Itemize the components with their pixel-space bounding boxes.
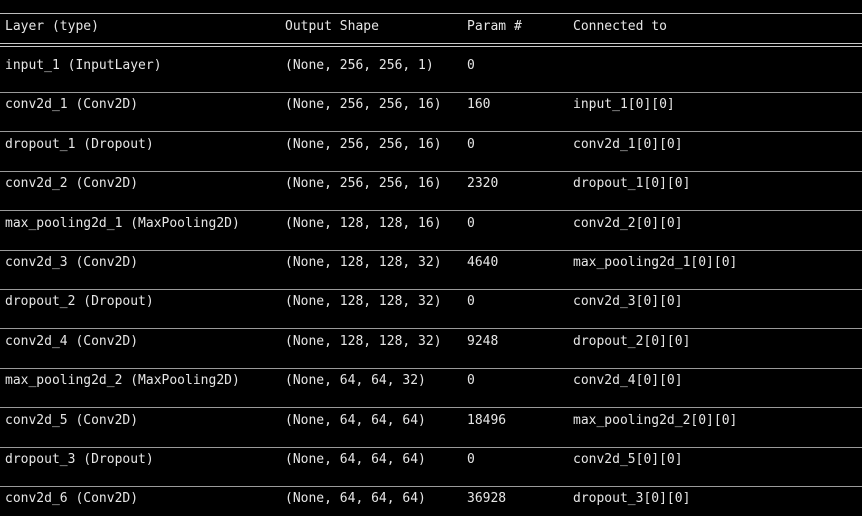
output-shape-cell: (None, 256, 256, 16) <box>285 97 442 112</box>
connected-to-cell: dropout_3[0][0] <box>573 491 691 506</box>
output-shape-cell: (None, 64, 64, 64) <box>285 413 426 428</box>
connected-to-cell: conv2d_2[0][0] <box>573 216 683 231</box>
output-shape-cell: (None, 256, 256, 1) <box>285 58 434 73</box>
layer-name-cell: input_1 (InputLayer) <box>5 58 162 73</box>
summary-header: Layer (type) Output Shape Param # Connec… <box>0 17 862 37</box>
row-separator <box>0 328 862 329</box>
connected-to-cell: conv2d_1[0][0] <box>573 137 683 152</box>
row-separator <box>0 210 862 211</box>
row-separator <box>0 289 862 290</box>
table-row: max_pooling2d_2 (MaxPooling2D) (None, 64,… <box>0 371 862 391</box>
table-row: dropout_3 (Dropout) (None, 64, 64, 64) 0 co… <box>0 450 862 470</box>
header-connected-to: Connected to <box>573 19 667 34</box>
param-count-cell: 0 <box>467 58 475 73</box>
layer-name-cell: conv2d_3 (Conv2D) <box>5 255 139 270</box>
param-count-cell: 0 <box>467 294 475 309</box>
param-count-cell: 4640 <box>467 255 499 270</box>
table-row: conv2d_5 (Conv2D) (None, 64, 64, 64) 18496… <box>0 411 862 431</box>
connected-to-cell: max_pooling2d_2[0][0] <box>573 413 738 428</box>
table-row: conv2d_2 (Conv2D) (None, 256, 256, 16) 232… <box>0 174 862 194</box>
row-separator <box>0 407 862 408</box>
connected-to-cell: dropout_2[0][0] <box>573 334 691 349</box>
row-separator <box>0 447 862 448</box>
layer-name-cell: conv2d_6 (Conv2D) <box>5 491 139 506</box>
layer-name-cell: dropout_1 (Dropout) <box>5 137 154 152</box>
connected-to-cell: conv2d_4[0][0] <box>573 373 683 388</box>
connected-to-cell: max_pooling2d_1[0][0] <box>573 255 738 270</box>
header-param-count: Param # <box>467 19 522 34</box>
layer-name-cell: dropout_3 (Dropout) <box>5 452 154 467</box>
output-shape-cell: (None, 64, 64, 64) <box>285 491 426 506</box>
terminal-output: Layer (type) Output Shape Param # Connec… <box>0 0 862 516</box>
output-shape-cell: (None, 128, 128, 32) <box>285 255 442 270</box>
output-shape-cell: (None, 128, 128, 32) <box>285 294 442 309</box>
row-separator <box>0 131 862 132</box>
param-count-cell: 0 <box>467 452 475 467</box>
table-row: input_1 (InputLayer) (None, 256, 256, 1) 0 <box>0 56 862 76</box>
param-count-cell: 18496 <box>467 413 507 428</box>
table-row: dropout_2 (Dropout) (None, 128, 128, 32) 0… <box>0 292 862 312</box>
header-layer-type: Layer (type) <box>5 19 99 34</box>
param-count-cell: 9248 <box>467 334 499 349</box>
row-separator <box>0 250 862 251</box>
row-separator <box>0 368 862 369</box>
layer-name-cell: conv2d_4 (Conv2D) <box>5 334 139 349</box>
layer-name-cell: max_pooling2d_1 (MaxPooling2D) <box>5 216 240 231</box>
output-shape-cell: (None, 256, 256, 16) <box>285 137 442 152</box>
connected-to-cell: input_1[0][0] <box>573 97 675 112</box>
connected-to-cell: conv2d_5[0][0] <box>573 452 683 467</box>
output-shape-cell: (None, 256, 256, 16) <box>285 176 442 191</box>
connected-to-cell: dropout_1[0][0] <box>573 176 691 191</box>
output-shape-cell: (None, 128, 128, 32) <box>285 334 442 349</box>
table-row: conv2d_4 (Conv2D) (None, 128, 128, 32) 924… <box>0 332 862 352</box>
table-row: max_pooling2d_1 (MaxPooling2D) (None, 128… <box>0 214 862 234</box>
param-count-cell: 0 <box>467 373 475 388</box>
table-row: dropout_1 (Dropout) (None, 256, 256, 16) 0… <box>0 135 862 155</box>
header-double-rule <box>0 43 862 47</box>
top-rule <box>0 13 862 14</box>
table-row: conv2d_3 (Conv2D) (None, 128, 128, 32) 464… <box>0 253 862 273</box>
table-row: conv2d_1 (Conv2D) (None, 256, 256, 16) 160… <box>0 95 862 115</box>
connected-to-cell: conv2d_3[0][0] <box>573 294 683 309</box>
output-shape-cell: (None, 64, 64, 32) <box>285 373 426 388</box>
layer-name-cell: max_pooling2d_2 (MaxPooling2D) <box>5 373 240 388</box>
layer-name-cell: conv2d_2 (Conv2D) <box>5 176 139 191</box>
layer-name-cell: conv2d_5 (Conv2D) <box>5 413 139 428</box>
output-shape-cell: (None, 64, 64, 64) <box>285 452 426 467</box>
param-count-cell: 0 <box>467 137 475 152</box>
layer-name-cell: dropout_2 (Dropout) <box>5 294 154 309</box>
param-count-cell: 160 <box>467 97 491 112</box>
param-count-cell: 2320 <box>467 176 499 191</box>
table-row: conv2d_6 (Conv2D) (None, 64, 64, 64) 36928… <box>0 489 862 509</box>
param-count-cell: 0 <box>467 216 475 231</box>
header-output-shape: Output Shape <box>285 19 379 34</box>
layer-name-cell: conv2d_1 (Conv2D) <box>5 97 139 112</box>
row-separator <box>0 171 862 172</box>
param-count-cell: 36928 <box>467 491 507 506</box>
row-separator <box>0 486 862 487</box>
output-shape-cell: (None, 128, 128, 16) <box>285 216 442 231</box>
row-separator <box>0 92 862 93</box>
